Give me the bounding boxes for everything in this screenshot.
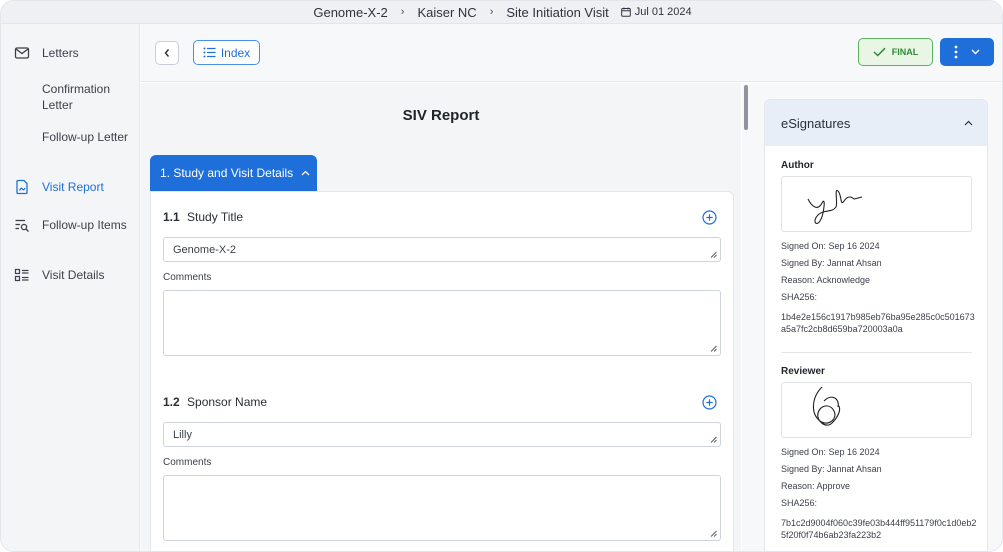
breadcrumb-study[interactable]: Genome-X-2 <box>313 5 387 20</box>
list-icon <box>203 47 216 58</box>
check-icon <box>873 47 886 57</box>
signature-role: Author <box>781 160 814 171</box>
esignatures-panel: eSignatures Author Signed On: Sep 16 202… <box>764 99 988 551</box>
signature-reason: Reason: Acknowledge <box>781 275 871 285</box>
kebab-menu-icon <box>954 45 958 59</box>
sha-label: SHA256: <box>781 292 818 302</box>
handwritten-signature <box>812 386 841 426</box>
resize-handle-icon[interactable] <box>710 345 717 352</box>
signature-reason: Reason: Approve <box>781 481 851 491</box>
back-button[interactable] <box>155 41 179 65</box>
breadcrumb-visit[interactable]: Site Initiation Visit <box>506 5 608 20</box>
comments-label: Comments <box>163 272 212 283</box>
breadcrumb-site[interactable]: Kaiser NC <box>417 5 476 20</box>
sidebar-item-visit-report[interactable]: Visit Report <box>1 179 140 195</box>
sidebar-item-follow-up-letter[interactable]: Follow-up Letter <box>1 129 140 161</box>
signed-on: Signed On: Sep 16 2024 <box>781 447 880 457</box>
field-label-study-title: 1.1 Study Title <box>163 210 243 224</box>
resize-handle-icon[interactable] <box>710 530 717 537</box>
visit-date-text: Jul 01 2024 <box>634 6 692 18</box>
signature-image <box>781 382 972 438</box>
chevron-right-icon: › <box>400 6 405 18</box>
final-status-button[interactable]: FINAL <box>858 38 933 66</box>
comments-label: Comments <box>163 457 212 468</box>
sidebar-item-label: Visit Report <box>42 180 104 194</box>
report-icon <box>16 179 28 195</box>
signature-role: Reviewer <box>781 366 825 377</box>
field-label-sponsor-name: 1.2 Sponsor Name <box>163 395 267 409</box>
envelope-icon <box>14 47 30 59</box>
field-number: 1.1 <box>163 210 180 224</box>
app-window: Genome-X-2 › Kaiser NC › Site Initiation… <box>0 0 1003 552</box>
list-search-icon <box>15 219 29 232</box>
resize-handle-icon[interactable] <box>710 436 717 443</box>
field-label-text: Sponsor Name <box>187 395 268 409</box>
sidebar-item-confirmation-letter[interactable]: Confirmation Letter <box>1 81 140 113</box>
add-circle-icon[interactable] <box>702 395 717 410</box>
sponsor-name-input[interactable]: Lilly <box>163 422 721 447</box>
field-number: 1.2 <box>163 395 180 409</box>
signed-by: Signed By: Jannat Ahsan <box>781 464 882 474</box>
sidebar-item-label: Follow-up Letter <box>42 130 129 144</box>
chevron-right-icon: › <box>489 6 494 18</box>
sidebar-item-label: Visit Details <box>42 268 105 282</box>
sha-hash: 1b4e2e156c1917b985eb76ba95e285c0c501673a… <box>781 312 975 334</box>
report-content: SIV Report 1. Study and Visit Details 1.… <box>141 83 741 551</box>
visit-date: Jul 01 2024 <box>620 6 692 18</box>
add-circle-icon[interactable] <box>702 210 717 225</box>
resize-handle-icon[interactable] <box>710 251 717 258</box>
study-title-value: Genome-X-2 <box>173 244 236 256</box>
sidebar-item-follow-up-items[interactable]: Follow-up Items <box>1 217 140 249</box>
section-tab-label: 1. Study and Visit Details <box>160 166 294 180</box>
right-pane: eSignatures Author Signed On: Sep 16 202… <box>750 83 1002 551</box>
study-title-comments-field[interactable] <box>163 290 721 356</box>
sha-label: SHA256: <box>781 498 818 508</box>
sidebar-item-label: Confirmation Letter <box>42 82 111 112</box>
sidebar: Letters Confirmation Letter Follow-up Le… <box>1 24 140 551</box>
esignatures-title: eSignatures <box>781 115 851 131</box>
final-status-label: FINAL <box>891 47 919 57</box>
sidebar-item-label: Letters <box>42 46 79 60</box>
esignatures-header[interactable]: eSignatures <box>765 100 987 146</box>
sponsor-name-value: Lilly <box>173 429 192 441</box>
section-card: 1.1 Study Title Genome-X-2 Comments 1.2 … <box>150 191 734 551</box>
sponsor-name-comments-field[interactable] <box>163 475 721 541</box>
details-list-icon <box>14 268 29 282</box>
handwritten-signature <box>807 189 863 224</box>
divider <box>781 352 972 353</box>
index-button-label: Index <box>220 45 251 60</box>
sha-hash: 7b1c2d9004f060c39fe03b444ff951179f0c1d0e… <box>781 518 977 540</box>
chevron-left-icon <box>164 49 170 57</box>
sidebar-item-visit-details[interactable]: Visit Details <box>1 267 140 283</box>
signed-by: Signed By: Jannat Ahsan <box>781 258 882 268</box>
main-scrollbar[interactable] <box>742 83 750 551</box>
scrollbar-thumb[interactable] <box>744 85 748 130</box>
calendar-icon <box>620 7 631 17</box>
sidebar-item-letters[interactable]: Letters <box>1 45 140 61</box>
study-title-input[interactable]: Genome-X-2 <box>163 237 721 262</box>
sidebar-item-label: Follow-up Items <box>42 218 127 232</box>
chevron-up-icon <box>301 170 310 176</box>
more-actions-button[interactable] <box>940 38 994 66</box>
index-button[interactable]: Index <box>193 40 260 65</box>
chevron-down-icon <box>971 49 980 55</box>
chevron-up-icon <box>964 120 973 126</box>
signature-image <box>781 176 972 232</box>
page-title: SIV Report <box>402 107 480 124</box>
toolbar: Index FINAL <box>141 24 1002 82</box>
breadcrumb: Genome-X-2 › Kaiser NC › Site Initiation… <box>1 1 1002 24</box>
section-tab-study-visit-details[interactable]: 1. Study and Visit Details <box>150 155 317 191</box>
field-label-text: Study Title <box>187 210 244 224</box>
signed-on: Signed On: Sep 16 2024 <box>781 241 880 251</box>
